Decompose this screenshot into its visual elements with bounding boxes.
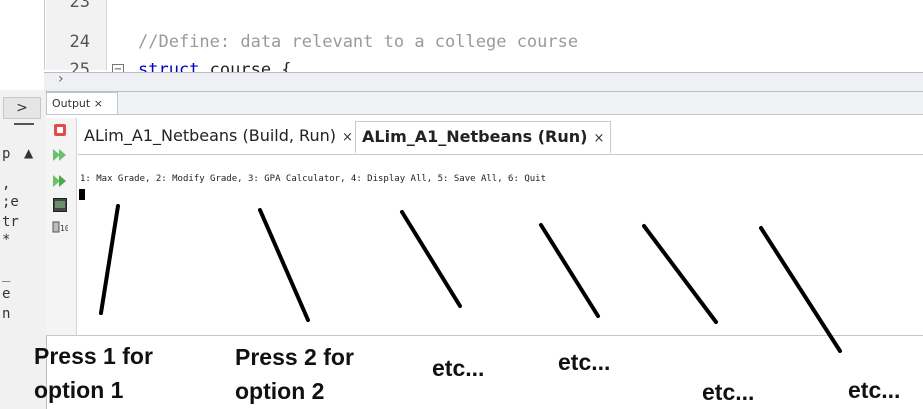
svg-text:10: 10: [60, 224, 68, 233]
tab-output[interactable]: Output ×: [46, 92, 118, 114]
annotation-label: option 1: [34, 377, 124, 403]
breadcrumb-arrow-icon[interactable]: ›: [58, 71, 64, 87]
output-tab-bar: [46, 92, 923, 115]
scroll-up-icon[interactable]: ▲: [24, 146, 33, 160]
console-output-text: 1: Max Grade, 2: Modify Grade, 3: GPA Ca…: [80, 174, 546, 184]
panel-snippet: tr: [2, 214, 19, 230]
panel-snippet: n: [2, 306, 11, 322]
console-cursor[interactable]: [79, 189, 85, 200]
panel-snippet: ;e: [2, 194, 19, 210]
code-comment[interactable]: //Define: data relevant to a college cou…: [138, 32, 578, 52]
annotation-label: Press 2 for: [235, 344, 354, 370]
editor-divider: [44, 0, 45, 70]
tab-run-active[interactable]: ALim_A1_Netbeans (Run) ×: [355, 121, 612, 154]
close-icon[interactable]: ×: [593, 131, 604, 146]
tab-label: ALim_A1_Netbeans (Run): [362, 127, 588, 146]
panel-snippet: ,: [2, 176, 11, 192]
stop-icon[interactable]: [52, 123, 68, 139]
tab-build-run[interactable]: ALim_A1_Netbeans (Build, Run) ×: [84, 121, 353, 151]
expand-panel-button[interactable]: >: [3, 97, 41, 119]
panel-snippet: p: [2, 146, 11, 162]
rerun-with-args-icon[interactable]: [52, 174, 68, 190]
annotation-label: etc...: [558, 349, 611, 375]
panel-snippet: _: [2, 266, 11, 282]
breadcrumb-bar: [44, 72, 923, 92]
line-number: 24: [69, 32, 90, 52]
panel-divider: [46, 335, 923, 336]
rerun-icon[interactable]: [52, 148, 68, 164]
tab-label: ALim_A1_Netbeans (Build, Run): [84, 126, 336, 145]
annotation-label: etc...: [848, 377, 901, 403]
annotation-label: etc...: [702, 379, 755, 405]
panel-snippet: e: [2, 286, 11, 302]
close-icon[interactable]: ×: [342, 130, 353, 145]
terminal-icon[interactable]: [52, 198, 68, 214]
annotation-label: Press 1 for: [34, 343, 153, 369]
line-number: 23: [69, 0, 90, 12]
annotation-label: option 2: [235, 378, 325, 404]
annotation-label: etc...: [432, 355, 485, 381]
minimize-icon[interactable]: [14, 123, 34, 125]
panel-snippet: *: [2, 232, 11, 248]
editor-left-margin: [0, 0, 44, 70]
io-icon[interactable]: 10: [52, 220, 70, 236]
